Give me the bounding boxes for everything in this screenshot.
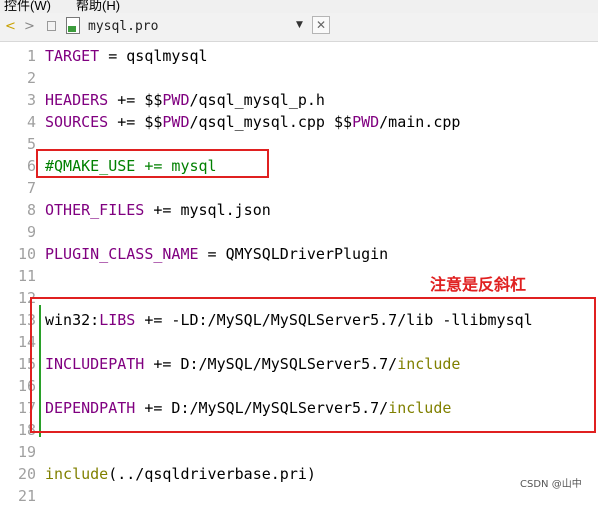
highlight-box: [36, 149, 269, 178]
file-name[interactable]: mysql.pro: [88, 19, 158, 34]
menu-bar: 控件(W) 帮助(H): [0, 0, 598, 13]
back-icon[interactable]: <: [5, 19, 16, 34]
code-line[interactable]: TARGET = qsqlmysql: [45, 45, 208, 67]
line-number: 10: [17, 245, 36, 263]
forward-icon[interactable]: >: [24, 19, 35, 34]
line-number: 19: [17, 443, 36, 461]
line-number: 9: [26, 223, 36, 241]
code-line[interactable]: SOURCES += $$PWD/qsql_mysql.cpp $$PWD/ma…: [45, 111, 460, 133]
line-number: 7: [26, 179, 36, 197]
code-line[interactable]: OTHER_FILES += mysql.json: [45, 199, 271, 221]
line-number: 6: [26, 157, 36, 175]
chevron-down-icon[interactable]: ▼: [296, 20, 303, 30]
menu-help[interactable]: 帮助(H): [76, 0, 120, 13]
line-number: 3: [26, 91, 36, 109]
line-number: 2: [26, 69, 36, 87]
close-icon[interactable]: ✕: [312, 16, 330, 34]
line-number: 4: [26, 113, 36, 131]
line-number: 11: [17, 267, 36, 285]
line-number: 1: [26, 47, 36, 65]
line-number: 8: [26, 201, 36, 219]
line-number: 5: [26, 135, 36, 153]
highlight-box: [30, 297, 596, 433]
line-number: 21: [17, 487, 36, 505]
pro-file-icon: [66, 17, 80, 34]
line-number: 20: [17, 465, 36, 483]
code-line[interactable]: PLUGIN_CLASS_NAME = QMYSQLDriverPlugin: [45, 243, 388, 265]
menu-controls[interactable]: 控件(W): [4, 0, 51, 13]
lock-icon: [47, 21, 56, 31]
code-line[interactable]: HEADERS += $$PWD/qsql_mysql_p.h: [45, 89, 325, 111]
watermark: CSDN @山中: [520, 479, 582, 490]
annotation-note: 注意是反斜杠: [430, 275, 527, 294]
code-line[interactable]: include(../qsqldriverbase.pri): [45, 463, 316, 485]
